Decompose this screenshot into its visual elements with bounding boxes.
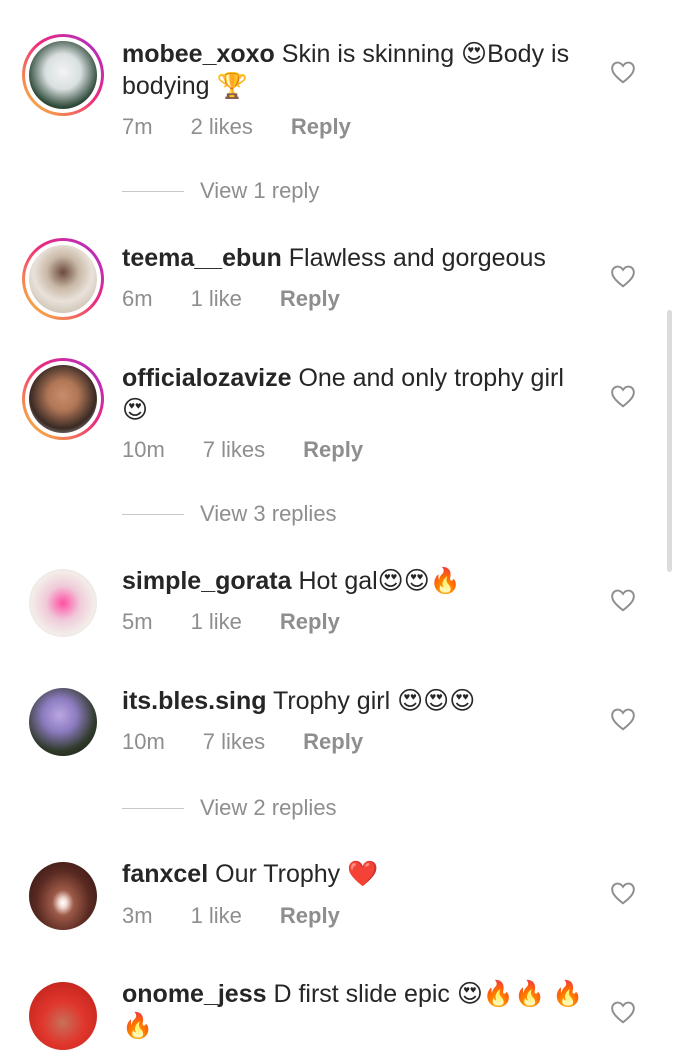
comment-text: fanxcel Our Trophy ❤️ [122,858,592,890]
avatar [29,365,97,433]
comment-likes[interactable]: 2 likes [191,114,253,140]
comment-meta: 10m 7 likes Reply [122,729,401,755]
comment-username[interactable]: officialozavize [122,364,292,392]
scrollbar-thumb[interactable] [667,310,672,572]
avatar [29,41,97,109]
comment-body: Our Trophy ❤️ [215,860,379,888]
replies-divider [122,807,184,809]
comment-likes[interactable]: 1 like [191,286,242,312]
comment-meta: 6m 1 like Reply [122,286,378,312]
comment-text: officialozavize One and only trophy girl… [122,362,592,426]
comment-username[interactable]: its.bles.sing [122,687,266,715]
comment-likes[interactable]: 1 like [191,903,242,929]
comment-time: 5m [122,609,153,634]
avatar [29,569,97,637]
comment-text: simple_gorata Hot gal😍😍🔥 [122,565,592,597]
comment-text: mobee_xoxo Skin is skinning 😍Body is bod… [122,38,592,102]
view-replies-label: View 3 replies [200,501,337,526]
comment-time: 10m [122,437,165,462]
avatar-wrapper[interactable] [22,681,104,763]
comment-username[interactable]: fanxcel [122,860,208,888]
comment-body: Hot gal😍😍🔥 [298,567,461,595]
reply-button[interactable]: Reply [280,286,340,312]
comment-meta: 10m 7 likes Reply [122,437,401,463]
avatar-wrapper[interactable] [22,855,104,937]
comment-meta: 5m 1 like Reply [122,609,378,635]
heart-outline-icon[interactable] [610,707,636,731]
heart-outline-icon[interactable] [610,384,636,408]
heart-outline-icon[interactable] [610,881,636,905]
comment-username[interactable]: teema__ebun [122,244,282,272]
comment-text: teema__ebun Flawless and gorgeous [122,242,592,274]
view-replies-label: View 1 reply [200,178,320,203]
comment-text: onome_jess D first slide epic 😍🔥🔥 🔥🔥 [122,978,592,1042]
avatar-wrapper[interactable] [22,562,104,644]
reply-button[interactable]: Reply [291,114,351,140]
avatar [29,688,97,756]
comment-body: Trophy girl 😍😍😍 [272,687,476,715]
comment-meta: 3m 1 like Reply [122,903,378,929]
avatar [29,862,97,930]
comment-time: 7m [122,114,153,139]
avatar-story-ring[interactable] [22,238,104,320]
view-replies-label: View 2 replies [200,795,337,820]
comment-time: 3m [122,903,153,928]
avatar [29,245,97,313]
view-replies-button[interactable]: View 1 reply [122,178,319,204]
heart-outline-icon[interactable] [610,1000,636,1024]
reply-button[interactable]: Reply [280,609,340,635]
replies-divider [122,190,184,192]
comment-text: its.bles.sing Trophy girl 😍😍😍 [122,685,592,717]
heart-outline-icon[interactable] [610,264,636,288]
comment-likes[interactable]: 7 likes [203,437,265,463]
comment-time: 10m [122,729,165,754]
view-replies-button[interactable]: View 2 replies [122,795,337,821]
comment-username[interactable]: mobee_xoxo [122,40,275,68]
comment-username[interactable]: simple_gorata [122,567,292,595]
avatar-wrapper[interactable] [22,975,104,1057]
comment-likes[interactable]: 7 likes [203,729,265,755]
comment-likes[interactable]: 1 like [191,609,242,635]
comment-body: Flawless and gorgeous [288,244,546,272]
heart-outline-icon[interactable] [610,588,636,612]
view-replies-button[interactable]: View 3 replies [122,501,337,527]
avatar-story-ring[interactable] [22,34,104,116]
avatar-story-ring[interactable] [22,358,104,440]
replies-divider [122,513,184,515]
reply-button[interactable]: Reply [280,903,340,929]
avatar [29,982,97,1050]
reply-button[interactable]: Reply [303,729,363,755]
comment-username[interactable]: onome_jess [122,980,267,1008]
comment-meta: 7m 2 likes Reply [122,114,389,140]
reply-button[interactable]: Reply [303,437,363,463]
comment-time: 6m [122,286,153,311]
heart-outline-icon[interactable] [610,60,636,84]
